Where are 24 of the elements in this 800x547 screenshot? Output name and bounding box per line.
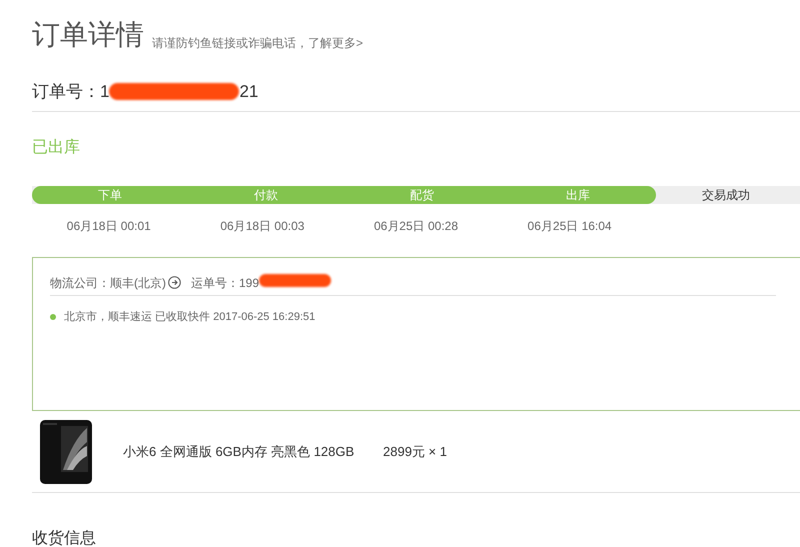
tracking-event: 北京市，顺丰速运 已收取快件 2017-06-25 16:29:51 bbox=[64, 310, 316, 325]
order-label: 订单号： bbox=[32, 80, 100, 103]
progress-step: 付款 bbox=[188, 186, 344, 204]
step-time: 06月18日 00:01 bbox=[66, 219, 151, 233]
notice-link[interactable]: 请谨防钓鱼链接或诈骗电话，了解更多> bbox=[152, 34, 364, 52]
courier-company: 物流公司：顺丰(北京) bbox=[50, 275, 166, 292]
page-title: 订单详情 bbox=[32, 18, 144, 52]
waybill-label: 运单号： bbox=[191, 275, 239, 292]
step-time: 06月18日 00:03 bbox=[220, 219, 304, 233]
order-number-end: 21 bbox=[239, 80, 258, 103]
progress-step: 配货 bbox=[344, 186, 500, 204]
order-status: 已出库 bbox=[32, 138, 81, 158]
waybill-number: 199 bbox=[239, 275, 260, 292]
arrow-circle-icon[interactable] bbox=[168, 276, 181, 289]
progress-step: 交易成功 bbox=[656, 186, 800, 204]
progress-step: 下单 bbox=[32, 186, 188, 204]
order-number-start: 1 bbox=[100, 80, 110, 103]
timeline-dot bbox=[50, 314, 56, 320]
step-time: 06月25日 00:28 bbox=[374, 219, 458, 233]
product-name: 小米6 全网通版 6GB内存 亮黑色 128GB bbox=[123, 442, 356, 461]
product-price: 2899元 × 1 bbox=[383, 442, 447, 461]
step-time: 06月25日 16:04 bbox=[528, 219, 612, 233]
progress-step: 出库 bbox=[500, 186, 656, 204]
section-heading: 收货信息 bbox=[32, 529, 97, 547]
